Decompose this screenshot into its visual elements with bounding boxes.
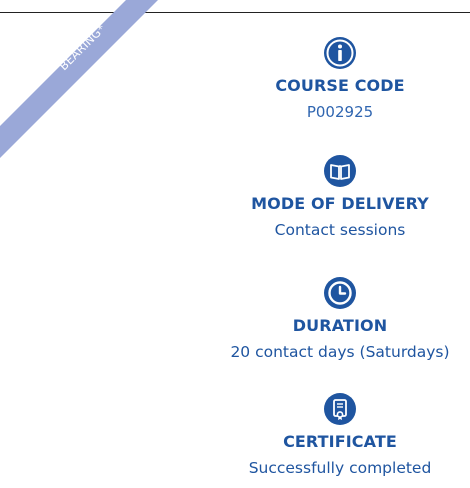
mode-of-delivery-label: MODE OF DELIVERY <box>251 194 429 213</box>
duration-item: DURATION 20 contact days (Saturdays) <box>200 276 470 361</box>
duration-value: 20 contact days (Saturdays) <box>230 343 450 361</box>
info-icon <box>324 37 356 69</box>
course-code-label: COURSE CODE <box>275 76 405 95</box>
credit-bearing-badge: CREDIT- BEARING* <box>0 0 160 160</box>
duration-label: DURATION <box>292 316 388 335</box>
course-info-card: CREDIT- BEARING* COURSE CODE P002925 MOD… <box>0 0 470 488</box>
certificate-icon <box>324 393 356 425</box>
certificate-value: Successfully completed <box>248 459 432 477</box>
course-code-item: COURSE CODE P002925 <box>200 36 470 121</box>
mode-of-delivery-value: Contact sessions <box>274 221 406 239</box>
clock-icon <box>324 277 356 309</box>
certificate-item: CERTIFICATE Successfully completed <box>200 392 470 477</box>
course-code-value: P002925 <box>306 103 374 121</box>
mode-of-delivery-item: MODE OF DELIVERY Contact sessions <box>200 154 470 239</box>
certificate-label: CERTIFICATE <box>283 432 397 451</box>
book-icon <box>324 155 356 187</box>
